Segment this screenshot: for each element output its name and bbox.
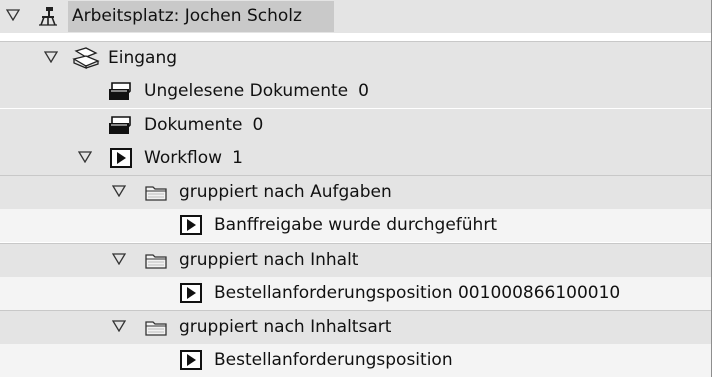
play-square-icon [110,148,132,168]
inbox-label: Eingang [108,48,178,68]
unread-documents-count: 0 [358,81,369,101]
disclosure-expanded-icon[interactable] [6,9,20,21]
play-square-icon [180,283,202,303]
desk-chair-icon [39,7,57,26]
document-tray-icon [109,116,131,134]
task-item-label: Banffreigabe wurde durchgeführt [214,215,497,235]
tree-row-inbox[interactable]: Eingang [0,41,711,75]
tree-row-group-tasks[interactable]: gruppiert nach Aufgaben [0,175,711,209]
tree-row-documents[interactable]: Dokumente 0 [0,109,711,142]
disclosure-expanded-icon[interactable] [44,51,58,63]
group-content-type-label: gruppiert nach Inhaltsart [179,317,392,337]
disclosure-expanded-icon[interactable] [112,253,126,265]
group-tasks-label: gruppiert nach Aufgaben [179,182,392,202]
disclosure-expanded-icon[interactable] [112,185,126,197]
documents-label: Dokumente 0 [144,115,264,135]
disclosure-expanded-icon[interactable] [112,320,126,332]
play-square-icon [180,350,202,370]
folder-icon [145,321,167,336]
workplace-tree: Arbeitsplatz: Jochen Scholz Eingang Unge… [0,0,712,377]
documents-count: 0 [252,115,264,135]
play-square-icon [180,215,202,235]
workplace-label: Arbeitsplatz: Jochen Scholz [72,6,302,26]
tree-row-workflow[interactable]: Workflow 1 [0,142,711,175]
unread-documents-label: Ungelesene Dokumente 0 [144,81,369,101]
tree-row-content-type-item[interactable]: Bestellanforderungsposition [0,344,711,377]
document-tray-icon [109,82,131,100]
tree-row-content-item[interactable]: Bestellanforderungsposition 001000866100… [0,277,711,310]
folder-icon [145,186,167,201]
content-type-item-label: Bestellanforderungsposition [214,350,453,370]
workflow-count: 1 [232,148,243,168]
tree-row-group-content[interactable]: gruppiert nach Inhalt [0,243,711,277]
inbox-tray-icon [72,47,100,69]
folder-icon [145,254,167,269]
tree-row-group-content-type[interactable]: gruppiert nach Inhaltsart [0,310,711,344]
group-content-label: gruppiert nach Inhalt [179,250,359,270]
tree-row-task-item[interactable]: Banffreigabe wurde durchgeführt [0,209,711,242]
disclosure-expanded-icon[interactable] [78,151,92,163]
tree-row-unread-documents[interactable]: Ungelesene Dokumente 0 [0,75,711,108]
workflow-label: Workflow 1 [144,148,243,168]
tree-row-workplace[interactable]: Arbeitsplatz: Jochen Scholz [0,0,711,33]
content-item-label: Bestellanforderungsposition 001000866100… [214,283,621,303]
